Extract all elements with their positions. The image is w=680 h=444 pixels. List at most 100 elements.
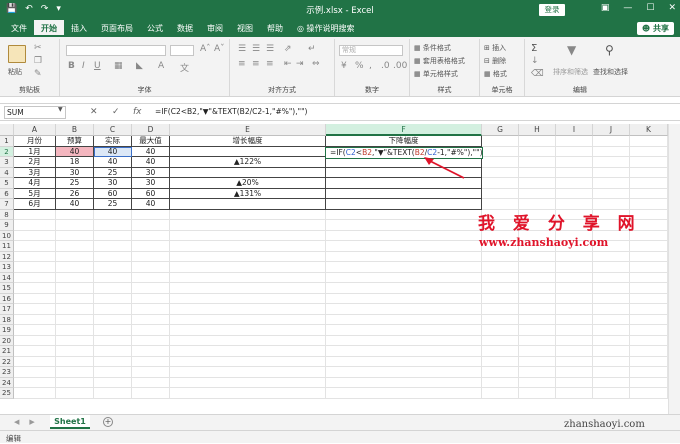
cell-h25[interactable] xyxy=(519,388,556,399)
cell-k1[interactable] xyxy=(630,136,668,147)
cell-k17[interactable] xyxy=(630,304,668,315)
cell-k14[interactable] xyxy=(630,272,668,283)
cell-d7[interactable]: 40 xyxy=(132,199,170,210)
row-header-20[interactable]: 20 xyxy=(0,335,14,346)
cell-g21[interactable] xyxy=(482,346,519,357)
cell-c16[interactable] xyxy=(94,293,132,304)
cell-h3[interactable] xyxy=(519,157,556,168)
cell-i5[interactable] xyxy=(556,178,593,189)
cell-c6[interactable]: 60 xyxy=(94,188,132,199)
formula-input[interactable]: =IF(C2<B2,"▼"&TEXT(B2/C2-1,"#%"),"") xyxy=(155,107,307,116)
cell-e24[interactable] xyxy=(170,377,326,388)
cell-e15[interactable] xyxy=(170,283,326,294)
row-header-10[interactable]: 10 xyxy=(0,230,14,241)
cell-e12[interactable] xyxy=(170,251,326,262)
cell-f7[interactable] xyxy=(326,199,482,210)
cell-g25[interactable] xyxy=(482,388,519,399)
cell-a9[interactable] xyxy=(14,220,56,231)
cell-g5[interactable] xyxy=(482,178,519,189)
cell-a4[interactable]: 3月 xyxy=(14,167,56,178)
cell-e13[interactable] xyxy=(170,262,326,273)
cell-b22[interactable] xyxy=(56,356,94,367)
cell-i16[interactable] xyxy=(556,293,593,304)
phonetic-icon[interactable]: 文 xyxy=(180,61,189,74)
cell-i14[interactable] xyxy=(556,272,593,283)
column-header-c[interactable]: C xyxy=(94,124,132,136)
row-header-5[interactable]: 5 xyxy=(0,178,14,189)
cell-f21[interactable] xyxy=(326,346,482,357)
cell-b4[interactable]: 30 xyxy=(56,167,94,178)
cell-g20[interactable] xyxy=(482,335,519,346)
row-header-21[interactable]: 21 xyxy=(0,346,14,357)
tab-help[interactable]: 帮助 xyxy=(260,20,290,37)
cell-b18[interactable] xyxy=(56,314,94,325)
cell-e23[interactable] xyxy=(170,367,326,378)
cell-b24[interactable] xyxy=(56,377,94,388)
cell-b25[interactable] xyxy=(56,388,94,399)
decimal-increase-icon[interactable]: .0 xyxy=(381,61,390,71)
cell-k24[interactable] xyxy=(630,377,668,388)
cell-b20[interactable] xyxy=(56,335,94,346)
cell-e7[interactable] xyxy=(170,199,326,210)
cell-i2[interactable] xyxy=(556,146,593,157)
cell-d4[interactable]: 30 xyxy=(132,167,170,178)
number-format-dropdown[interactable]: 常规 xyxy=(339,45,403,56)
cell-c8[interactable] xyxy=(94,209,132,220)
cell-f15[interactable] xyxy=(326,283,482,294)
cell-k13[interactable] xyxy=(630,262,668,273)
cell-d9[interactable] xyxy=(132,220,170,231)
cell-f14[interactable] xyxy=(326,272,482,283)
cell-i17[interactable] xyxy=(556,304,593,315)
cut-icon[interactable]: ✂ xyxy=(34,43,42,53)
cell-b5[interactable]: 25 xyxy=(56,178,94,189)
cell-h5[interactable] xyxy=(519,178,556,189)
row-header-13[interactable]: 13 xyxy=(0,262,14,273)
bold-icon[interactable]: B xyxy=(68,61,75,71)
cell-a13[interactable] xyxy=(14,262,56,273)
cell-e16[interactable] xyxy=(170,293,326,304)
cell-a22[interactable] xyxy=(14,356,56,367)
cell-c12[interactable] xyxy=(94,251,132,262)
cell-b15[interactable] xyxy=(56,283,94,294)
column-header-j[interactable]: J xyxy=(593,124,630,136)
cell-h7[interactable] xyxy=(519,199,556,210)
row-header-25[interactable]: 25 xyxy=(0,388,14,399)
cell-h18[interactable] xyxy=(519,314,556,325)
cell-h19[interactable] xyxy=(519,325,556,336)
cell-a1[interactable]: 月份 xyxy=(14,136,56,147)
cell-i1[interactable] xyxy=(556,136,593,147)
percent-icon[interactable]: % xyxy=(355,61,364,71)
cell-k20[interactable] xyxy=(630,335,668,346)
cell-i3[interactable] xyxy=(556,157,593,168)
cell-b12[interactable] xyxy=(56,251,94,262)
row-header-8[interactable]: 8 xyxy=(0,209,14,220)
cell-a2[interactable]: 1月 xyxy=(14,146,56,157)
ribbon-display-icon[interactable]: ▣ xyxy=(601,3,610,13)
cell-j5[interactable] xyxy=(593,178,630,189)
insert-cells-button[interactable]: ⊞ 插入 xyxy=(484,43,506,53)
increase-font-icon[interactable]: Aˆ xyxy=(200,44,211,54)
cell-d23[interactable] xyxy=(132,367,170,378)
cell-g23[interactable] xyxy=(482,367,519,378)
format-painter-icon[interactable]: ✎ xyxy=(34,69,42,79)
cell-d19[interactable] xyxy=(132,325,170,336)
cell-a6[interactable]: 5月 xyxy=(14,188,56,199)
row-header-23[interactable]: 23 xyxy=(0,367,14,378)
sort-filter-icon[interactable]: ▼ xyxy=(567,43,576,57)
row-header-6[interactable]: 6 xyxy=(0,188,14,199)
cell-e10[interactable] xyxy=(170,230,326,241)
cell-i21[interactable] xyxy=(556,346,593,357)
select-all-corner[interactable] xyxy=(0,124,14,136)
cell-j12[interactable] xyxy=(593,251,630,262)
merge-center-icon[interactable]: ⇔ xyxy=(312,59,320,69)
cell-h21[interactable] xyxy=(519,346,556,357)
cell-h1[interactable] xyxy=(519,136,556,147)
cell-e21[interactable] xyxy=(170,346,326,357)
cell-h13[interactable] xyxy=(519,262,556,273)
cell-g4[interactable] xyxy=(482,167,519,178)
cell-b17[interactable] xyxy=(56,304,94,315)
cell-i24[interactable] xyxy=(556,377,593,388)
cell-d18[interactable] xyxy=(132,314,170,325)
cell-k16[interactable] xyxy=(630,293,668,304)
cell-g19[interactable] xyxy=(482,325,519,336)
